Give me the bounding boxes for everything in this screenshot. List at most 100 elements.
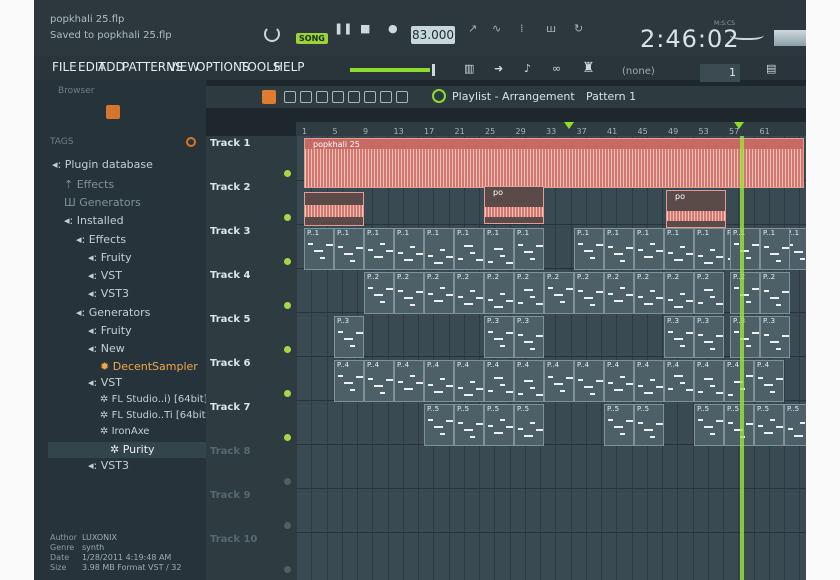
audio-clip-track2-c[interactable]: po (666, 190, 726, 228)
track-mute-toggle[interactable] (284, 390, 291, 397)
pattern-clip[interactable]: P..5 (694, 404, 724, 446)
pattern-clip[interactable]: P..4 (694, 360, 724, 402)
stop-icon[interactable]: ■ (360, 22, 370, 35)
snap-value-field[interactable]: 1 (700, 64, 740, 82)
tree-item-effects-vst[interactable]: ◂: VST (88, 269, 122, 282)
pattern-clip[interactable]: P..5 (424, 404, 454, 446)
brush-icon[interactable]: ♪ (524, 62, 531, 75)
hat-icon[interactable]: ♜ (582, 60, 595, 76)
tree-item-fl-studio-1[interactable]: ✲ FL Studio..i) [64bit] (100, 394, 208, 405)
record-icon[interactable]: ● (388, 22, 398, 35)
step-icon[interactable]: ⁞ (520, 22, 524, 35)
pattern-clip[interactable]: P..3 (760, 316, 790, 358)
pattern-clip[interactable]: P..1 (694, 228, 724, 270)
track-name[interactable]: Track 1 (210, 138, 250, 149)
tree-item-generators-vst[interactable]: ◂: VST (88, 376, 122, 389)
arrow-right-icon[interactable]: ➜ (494, 62, 503, 75)
track-mute-toggle[interactable] (284, 434, 291, 441)
tree-item-decentsampler[interactable]: ✹ DecentSampler (100, 360, 198, 373)
pattern-clip[interactable]: P..3 (694, 316, 724, 358)
pattern-clip[interactable]: P..4 (484, 360, 514, 402)
playlist-icon[interactable] (432, 89, 446, 103)
tempo-field[interactable]: 83.000 (411, 26, 455, 44)
pattern-clip[interactable]: P..4 (634, 360, 664, 402)
pattern-clip[interactable]: P..2 (694, 272, 724, 314)
playhead[interactable] (740, 136, 744, 580)
track-name[interactable]: Track 8 (210, 446, 250, 457)
pattern-clip[interactable]: P..5 (784, 404, 806, 446)
select-tool-icon[interactable] (364, 91, 376, 103)
track-name[interactable]: Track 6 (210, 358, 250, 369)
pattern-clip[interactable]: P..1 (394, 228, 424, 270)
pattern-clip[interactable]: P..3 (730, 316, 760, 358)
playback-tool-icon[interactable] (396, 91, 408, 103)
pattern-clip[interactable]: P..1 (664, 228, 694, 270)
pattern-clip[interactable]: P..1 (334, 228, 364, 270)
pattern-clip[interactable]: P..1 (730, 228, 760, 270)
tree-item-installed[interactable]: ◂: Installed (64, 214, 124, 227)
pattern-clip[interactable]: P..1 (364, 228, 394, 270)
pattern-clip[interactable]: P..3 (484, 316, 514, 358)
pattern-clip[interactable]: P..2 (454, 272, 484, 314)
tree-item-generators-vst3[interactable]: ◂: VST3 (88, 459, 129, 472)
audio-clip-track2-a[interactable] (304, 192, 364, 226)
pattern-clip[interactable]: P..5 (454, 404, 484, 446)
master-volume-bar[interactable] (350, 68, 430, 72)
link-icon[interactable]: ∞ (552, 62, 561, 75)
tree-item-new[interactable]: ◂: New (88, 342, 125, 355)
pattern-clip[interactable]: P..1 (514, 228, 544, 270)
track-mute-toggle[interactable] (284, 170, 291, 177)
pattern-clip[interactable]: P..4 (334, 360, 364, 402)
tree-item-generators-db[interactable]: Ш Generators (64, 196, 141, 209)
loop-icon[interactable]: ↻ (574, 22, 583, 35)
track-mute-toggle[interactable] (284, 214, 291, 221)
menu-file[interactable]: FILE (52, 60, 77, 74)
track-name[interactable]: Track 3 (210, 226, 250, 237)
pattern-clip[interactable]: P..4 (544, 360, 574, 402)
pattern-clip[interactable]: P..1 (634, 228, 664, 270)
tree-item-effects-vst3[interactable]: ◂: VST3 (88, 287, 129, 300)
pattern-clip[interactable]: P..2 (514, 272, 544, 314)
blend-icon[interactable]: ш (546, 22, 556, 35)
loop-end-marker[interactable] (734, 122, 744, 129)
pattern-clip[interactable]: P..2 (604, 272, 634, 314)
track-mute-toggle[interactable] (284, 478, 291, 485)
pattern-clip[interactable]: P..4 (574, 360, 604, 402)
track-name[interactable]: Track 5 (210, 314, 250, 325)
draw-tool-icon[interactable] (262, 90, 276, 104)
menu-add[interactable]: ADD (98, 60, 125, 74)
pattern-clip[interactable]: P..4 (754, 360, 784, 402)
pattern-clip[interactable]: P..1 (304, 228, 334, 270)
pause-icon[interactable]: ❚❚ (334, 22, 352, 35)
menu-help[interactable]: HELP (274, 60, 305, 74)
pattern-clip[interactable]: P..2 (394, 272, 424, 314)
piano-roll-icon[interactable]: ▥ (464, 62, 474, 75)
pattern-clip[interactable]: P..2 (364, 272, 394, 314)
pattern-clip[interactable]: P..2 (634, 272, 664, 314)
tree-item-generators[interactable]: ◂: Generators (76, 306, 150, 319)
pattern-clip[interactable]: P..4 (604, 360, 634, 402)
paint-tool-icon[interactable] (284, 91, 296, 103)
tree-item-fl-studio-2[interactable]: ✲ FL Studio..Ti [64bit] (100, 410, 209, 421)
track-name[interactable]: Track 2 (210, 182, 250, 193)
metronome-icon[interactable] (264, 26, 280, 42)
track-mute-toggle[interactable] (284, 522, 291, 529)
pattern-clip[interactable]: P..2 (424, 272, 454, 314)
pattern-clip[interactable]: P..5 (514, 404, 544, 446)
pattern-clip[interactable]: P..4 (664, 360, 694, 402)
song-mode-badge[interactable]: SONG (296, 33, 328, 44)
pattern-clip[interactable]: P..1 (760, 228, 790, 270)
pattern-clip[interactable]: P..4 (724, 360, 754, 402)
pattern-selector[interactable]: (none) (622, 66, 655, 77)
pattern-clip[interactable]: P..4 (514, 360, 544, 402)
pattern-clip[interactable]: P..4 (394, 360, 424, 402)
pattern-clip[interactable]: P..4 (454, 360, 484, 402)
slice-tool-icon[interactable] (348, 91, 360, 103)
pattern-clip[interactable]: P..1 (424, 228, 454, 270)
pattern-clip[interactable]: P..5 (484, 404, 514, 446)
wave-icon[interactable]: ∿ (492, 22, 501, 35)
pattern-clip[interactable]: P..1 (604, 228, 634, 270)
pattern-clip[interactable]: P..2 (574, 272, 604, 314)
pattern-clip[interactable]: P..3 (514, 316, 544, 358)
tree-item-generators-fruity[interactable]: ◂: Fruity (88, 324, 132, 337)
